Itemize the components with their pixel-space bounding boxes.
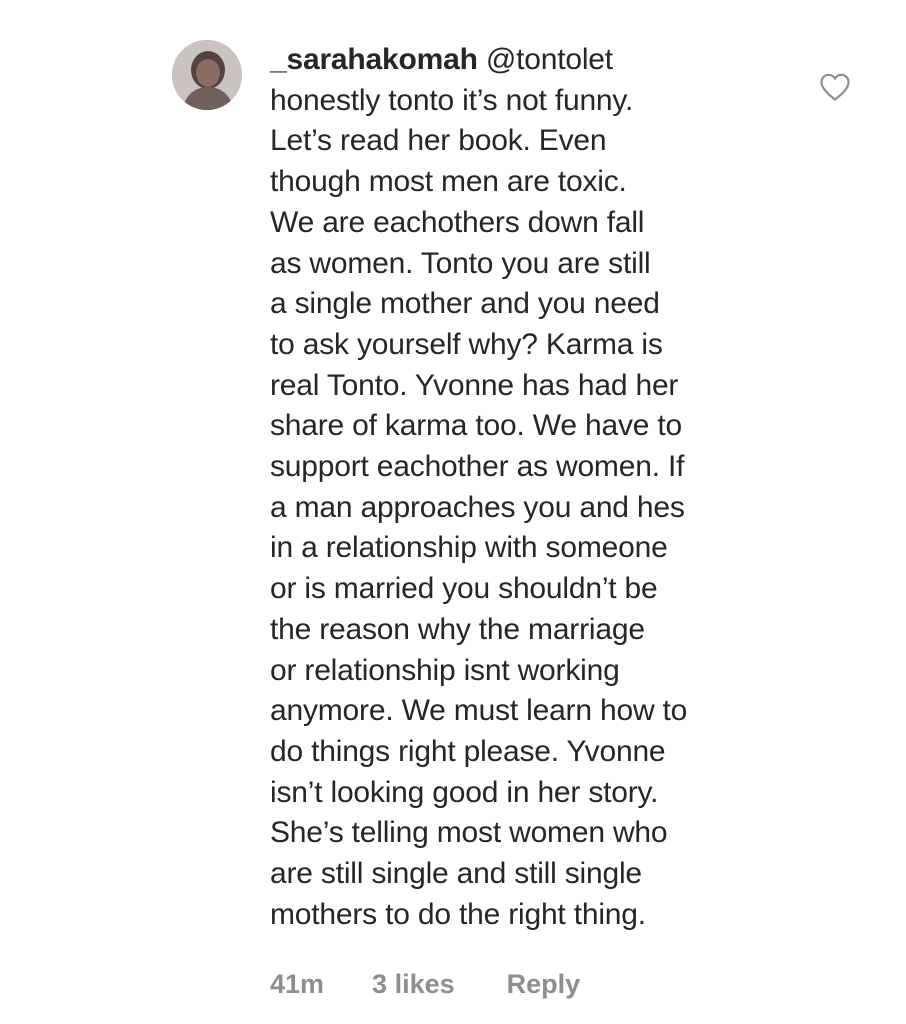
comment-meta: 41m 3 likes Reply <box>270 966 580 1002</box>
comment-text-line: Let’s read her book. Even <box>270 124 607 158</box>
heart-outline-icon <box>820 73 850 101</box>
comment-item: _sarahakomah @tontolet honestly tonto it… <box>0 0 906 1024</box>
heart-icon[interactable] <box>819 72 851 102</box>
comment-text-line: anymore. We must learn how to <box>270 694 688 728</box>
avatar-image <box>172 40 242 110</box>
comment-text-line: support eachother as women. If <box>270 450 685 484</box>
comment-text-line: She’s telling most women who <box>270 816 668 850</box>
comment-text: _sarahakomah @tontolet honestly tonto it… <box>270 40 830 935</box>
likes-count[interactable]: 3 likes <box>372 966 455 1002</box>
comment-text-line: a single mother and you need <box>270 287 660 321</box>
comment-text-line: as women. Tonto you are still <box>270 246 651 280</box>
timestamp: 41m <box>270 969 325 999</box>
comment-text-line: honestly tonto it’s not funny. <box>270 83 634 117</box>
comment-text-line: or relationship isnt working <box>270 653 620 687</box>
reply-button[interactable]: Reply <box>507 966 581 1002</box>
comment-text-line: do things right please. Yvonne <box>270 734 666 768</box>
comment-text-line: or is married you shouldn’t be <box>270 572 658 606</box>
comment-text-line: We are eachothers down fall <box>270 205 645 239</box>
comment-body: _sarahakomah @tontolet honestly tonto it… <box>270 40 830 935</box>
comment-header: _sarahakomah @tontolet <box>270 40 830 81</box>
avatar[interactable] <box>172 40 242 110</box>
comment-text-line: though most men are toxic. <box>270 165 627 199</box>
comment-text-line: real Tonto. Yvonne has had her <box>270 368 679 402</box>
mention-link[interactable]: @tontolet <box>486 43 613 76</box>
comment-text-line: share of karma too. We have to <box>270 409 682 443</box>
comment-text-line: mothers to do the right thing. <box>270 897 646 931</box>
comment-text-line: a man approaches you and hes <box>270 490 685 524</box>
username[interactable]: _sarahakomah <box>270 43 478 76</box>
comment-text-line: to ask yourself why? Karma is <box>270 327 663 361</box>
comment-text-line: in a relationship with someone <box>270 531 668 565</box>
comment-text-line: the reason why the marriage <box>270 612 645 646</box>
comment-text-line: isn’t looking good in her story. <box>270 775 659 809</box>
comment-text-line: are still single and still single <box>270 857 642 891</box>
